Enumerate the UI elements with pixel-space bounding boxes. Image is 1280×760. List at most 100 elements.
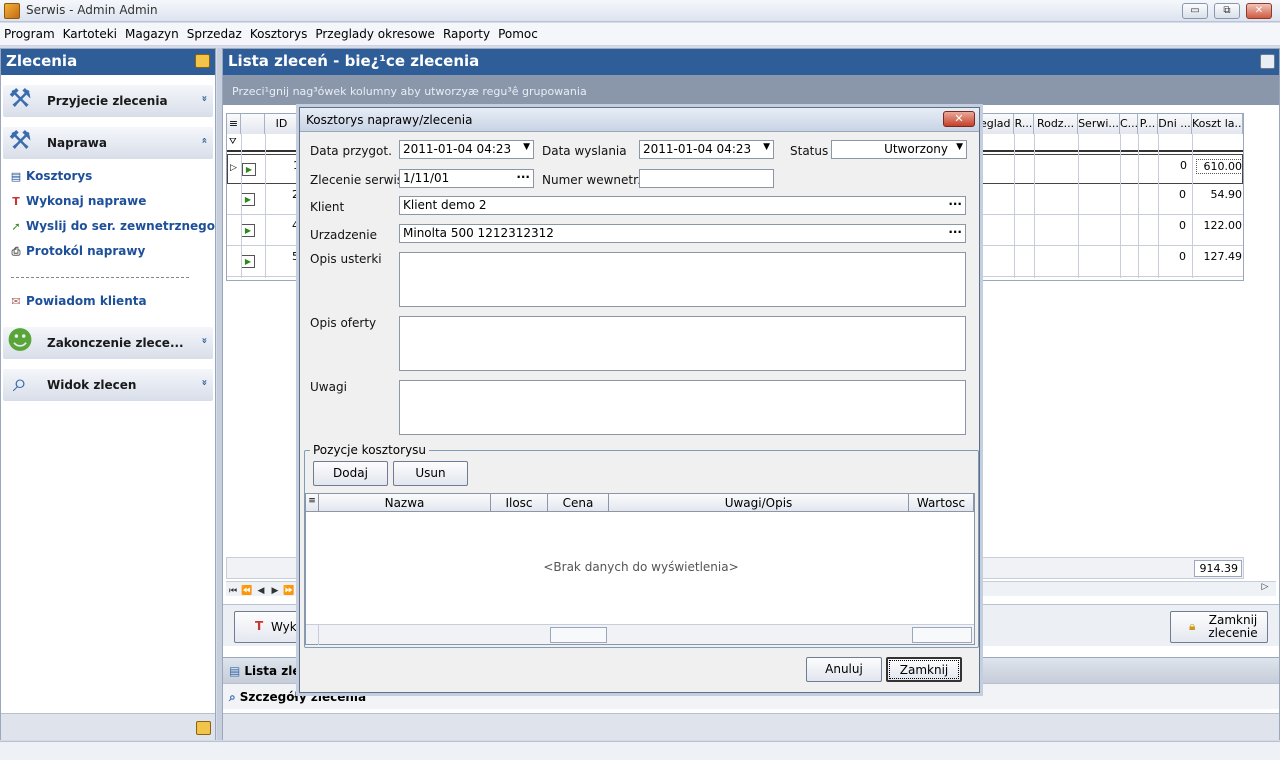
row-koszt: 127.49 (1203, 250, 1243, 263)
minimize-button[interactable]: ▭ (1182, 3, 1208, 19)
next-icon[interactable]: ▶ (268, 586, 282, 596)
col-przeglad[interactable]: eglad (980, 114, 1014, 134)
window-title: Serwis - Admin Admin (26, 3, 158, 17)
field-value: 1/11/01 (403, 171, 450, 185)
left-panel-header: Zlecenia (1, 49, 215, 75)
link-protokol[interactable]: ⎙ Protokól naprawy (9, 244, 146, 262)
button-label: Wyk (271, 620, 297, 634)
close-icon[interactable]: ✕ (943, 111, 975, 127)
ellipsis-icon[interactable]: ··· (516, 170, 530, 184)
next-page-icon[interactable]: ⏩ (282, 586, 296, 596)
row-indicator-icon: ▷ (230, 163, 237, 173)
col-r[interactable]: R... (1014, 114, 1034, 134)
link-label: Protokól naprawy (26, 244, 146, 258)
search-icon: ⌕ (229, 690, 236, 704)
order-icon: ▶ (241, 224, 255, 237)
col-id[interactable]: ID (265, 114, 299, 134)
ellipsis-icon[interactable]: ··· (948, 197, 962, 211)
menu-magazyn[interactable]: Magazyn (121, 23, 183, 41)
empty-message: <Brak danych do wyświetlenia> (543, 560, 739, 574)
magnifier-icon: ⌕ (12, 368, 28, 398)
col-rodzaj[interactable]: Rodz... (1034, 114, 1078, 134)
zamknij-button[interactable]: Zamknij (886, 657, 962, 682)
menu-program[interactable]: Program (0, 23, 59, 41)
edit-icon[interactable] (1260, 54, 1275, 69)
menu-przeglady[interactable]: Przeglady okresowe (311, 23, 439, 41)
label-urzadzenie: Urzadzenie (310, 228, 377, 242)
main-header: Lista zleceń - bie¿¹ce zlecenia (223, 49, 1279, 75)
col-dni[interactable]: Dni ... (1158, 114, 1192, 134)
scroll-right-icon[interactable]: ▷ (1258, 582, 1272, 592)
status-select[interactable]: Utworzony ▼ (831, 140, 967, 159)
col-cena[interactable]: Cena (548, 494, 609, 512)
col-c[interactable]: C... (1120, 114, 1138, 134)
col-ilosc[interactable]: Ilosc (491, 494, 548, 512)
link-kosztorys[interactable]: ▤ Kosztorys (9, 169, 93, 187)
group-zakonczenie[interactable]: ☻ Zakonczenie zlece... » (3, 326, 213, 359)
opis-usterki-textarea[interactable] (399, 252, 966, 307)
data-przygot-field[interactable]: 2011-01-04 04:23 ▼ (399, 140, 534, 159)
col-serwis[interactable]: Serwi... (1078, 114, 1120, 134)
dropdown-arrow-icon[interactable]: ▼ (523, 142, 530, 152)
col-koszt[interactable]: Koszt la... (1192, 114, 1243, 134)
link-wykonaj-naprawe[interactable]: T Wykonaj naprawe (9, 194, 146, 212)
numer-wewnetrzny-field[interactable] (639, 169, 774, 188)
menu-kosztorys[interactable]: Kosztorys (246, 23, 312, 41)
label-uwagi: Uwagi (310, 380, 347, 394)
positions-footer (306, 624, 974, 645)
label-data-wyslania: Data wyslania (542, 144, 627, 158)
grid-line (1078, 134, 1079, 278)
menu-pomoc[interactable]: Pomoc (494, 23, 542, 41)
urzadzenie-field[interactable]: Minolta 500 1212312312 ··· (399, 224, 966, 243)
group-naprawa[interactable]: ⚒ Naprawa « (3, 126, 213, 159)
prev-page-icon[interactable]: ⏪ (240, 586, 254, 596)
ellipsis-icon[interactable]: ··· (948, 225, 962, 239)
label-opis-usterki: Opis usterki (310, 252, 382, 266)
order-icon: ▶ (242, 163, 256, 176)
uwagi-textarea[interactable] (399, 380, 966, 435)
grouping-area[interactable]: Przeci¹gnij nag³ówek kolumny aby utworzy… (223, 75, 1279, 105)
kosztorys-dialog: Kosztorys naprawy/zlecenia ✕ Data przygo… (299, 107, 980, 693)
chevron-down-icon: » (198, 95, 210, 102)
link-wyslij[interactable]: ➚ Wyslij do ser. zewnetrznego (9, 219, 215, 237)
restore-button[interactable]: ⧉ (1214, 3, 1240, 19)
chevron-up-icon: « (198, 137, 210, 144)
opis-oferty-textarea[interactable] (399, 316, 966, 371)
grid-line (318, 625, 319, 645)
zlecenie-field[interactable]: 1/11/01 ··· (399, 169, 534, 188)
first-page-icon[interactable]: ⏮ (226, 586, 240, 596)
grid-menu-icon[interactable]: ≡ (227, 114, 241, 134)
zamknij-zlecenie-button[interactable]: 🔒︎ Zamknij zlecenie (1170, 611, 1268, 643)
menu-bar: Program Kartoteki Magazyn Sprzedaz Kosztorys… (0, 23, 1280, 46)
grid-line (1158, 134, 1159, 278)
dropdown-arrow-icon[interactable]: ▼ (956, 142, 963, 152)
usun-button[interactable]: Usun (393, 461, 468, 486)
link-label: Powiadom klienta (26, 294, 147, 308)
link-powiadom[interactable]: ✉ Powiadom klienta (9, 294, 147, 312)
group-widok[interactable]: ⌕ Widok zlecen » (3, 368, 213, 401)
dropdown-arrow-icon[interactable]: ▼ (763, 142, 770, 152)
col-p[interactable]: P... (1138, 114, 1158, 134)
field-value: 2011-01-04 04:23 (643, 142, 752, 156)
left-panel-footer (1, 713, 215, 740)
dodaj-button[interactable]: Dodaj (313, 461, 388, 486)
col-wartosc[interactable]: Wartosc (909, 494, 974, 512)
prev-icon[interactable]: ◀ (254, 586, 268, 596)
menu-sprzedaz[interactable]: Sprzedaz (183, 23, 246, 41)
notes-icon[interactable] (196, 721, 211, 735)
calculator-icon: ▤ (10, 170, 22, 183)
anuluj-button[interactable]: Anuluj (806, 657, 882, 682)
grid-menu-icon[interactable]: ≡ (306, 494, 319, 512)
group-label: Widok zlecen (47, 378, 137, 392)
menu-raporty[interactable]: Raporty (439, 23, 494, 41)
klient-field[interactable]: Klient demo 2 ··· (399, 196, 966, 215)
close-window-button[interactable]: ✕ (1246, 3, 1272, 19)
panel-pin-icon[interactable] (195, 54, 210, 68)
data-wyslania-field[interactable]: 2011-01-04 04:23 ▼ (639, 140, 774, 159)
menu-kartoteki[interactable]: Kartoteki (59, 23, 121, 41)
label-zlecenie: Zlecenie serwis. (310, 173, 407, 187)
group-przyjecie[interactable]: ⚒ Przyjecie zlecenia » (3, 84, 213, 117)
col-nazwa[interactable]: Nazwa (319, 494, 491, 512)
group-label: Zakonczenie zlece... (47, 336, 184, 350)
col-uwagi-opis[interactable]: Uwagi/Opis (609, 494, 909, 512)
